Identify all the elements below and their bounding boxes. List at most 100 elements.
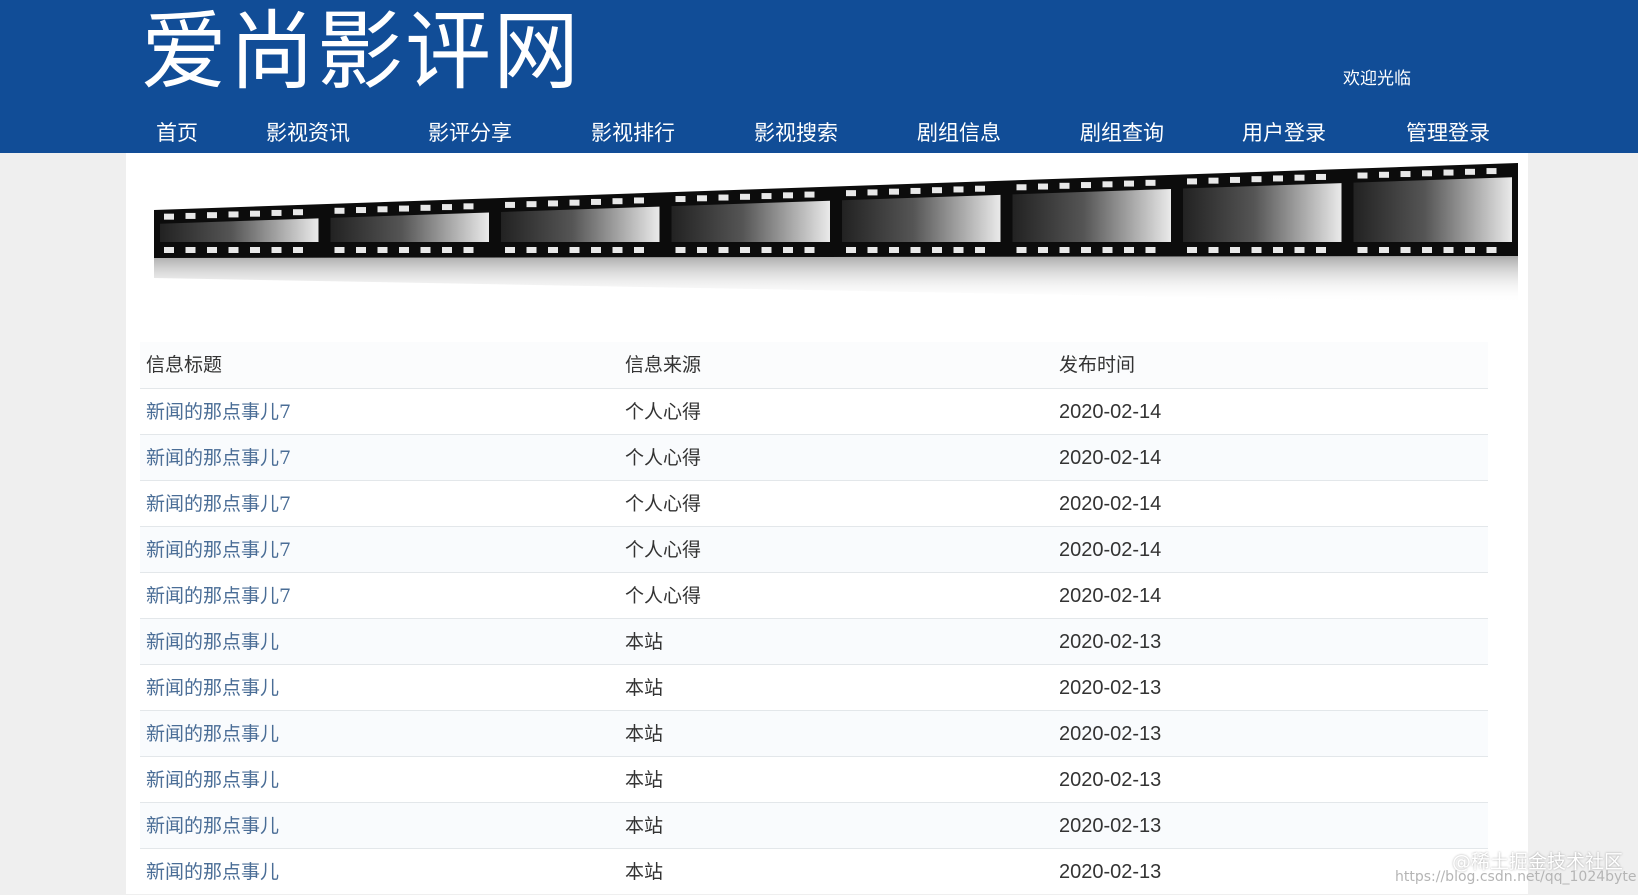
news-title-link[interactable]: 新闻的那点事儿 — [146, 711, 279, 757]
sprocket-hole — [1081, 182, 1091, 189]
sprocket-hole — [1016, 184, 1027, 191]
sprocket-hole — [463, 247, 474, 253]
nav-crew-query[interactable]: 剧组查询 — [1080, 118, 1164, 148]
news-title-link[interactable]: 新闻的那点事儿7 — [146, 481, 291, 527]
sprocket-hole — [1379, 247, 1389, 253]
sprocket-hole — [953, 247, 964, 253]
film-strip-banner — [154, 163, 1518, 303]
sprocket-hole — [1081, 247, 1091, 253]
news-date: 2020-02-14 — [1059, 447, 1162, 469]
sprocket-hole — [612, 247, 623, 253]
sprocket-hole — [1145, 247, 1156, 253]
sprocket-hole — [377, 247, 388, 253]
sprocket-hole — [612, 198, 623, 205]
sprocket-hole — [271, 209, 282, 216]
sprocket-hole — [185, 247, 196, 253]
news-date: 2020-02-13 — [1059, 677, 1162, 699]
news-title-link[interactable]: 新闻的那点事儿 — [146, 619, 279, 665]
sprocket-hole — [505, 201, 515, 208]
sprocket-hole — [1422, 170, 1432, 177]
sprocket-hole — [1230, 247, 1240, 253]
news-title-link[interactable]: 新闻的那点事儿 — [146, 803, 279, 849]
news-table: 信息标题 信息来源 发布时间 新闻的那点事儿7 个人心得 2020-02-14 新闻的… — [140, 342, 1488, 894]
nav-user-login[interactable]: 用户登录 — [1242, 118, 1326, 148]
news-date: 2020-02-13 — [1059, 769, 1162, 791]
news-title-link[interactable]: 新闻的那点事儿 — [146, 665, 279, 711]
sprocket-hole — [1465, 168, 1475, 175]
sprocket-hole — [1038, 247, 1048, 253]
main-nav: 首页 影视资讯 影评分享 影视排行 影视搜索 剧组信息 剧组查询 用户登录 管理… — [0, 118, 1638, 148]
nav-review-share[interactable]: 影评分享 — [428, 118, 512, 148]
nav-film-search[interactable]: 影视搜索 — [754, 118, 838, 148]
sprocket-hole — [1273, 175, 1283, 182]
sprocket-hole — [250, 210, 260, 217]
column-header-date: 发布时间 — [1059, 354, 1136, 376]
nav-crew-info[interactable]: 剧组信息 — [917, 118, 1001, 148]
nav-film-ranking[interactable]: 影视排行 — [591, 118, 675, 148]
sprocket-hole — [761, 193, 772, 200]
sprocket-hole — [442, 247, 452, 253]
sprocket-hole — [975, 185, 985, 192]
news-title-link[interactable]: 新闻的那点事儿7 — [146, 435, 291, 481]
sprocket-hole — [1124, 247, 1134, 253]
news-source: 个人心得 — [625, 401, 702, 423]
sprocket-hole — [1294, 174, 1305, 181]
sprocket-hole — [1038, 183, 1048, 190]
sprocket-hole — [1016, 247, 1027, 253]
sprocket-hole — [334, 247, 345, 253]
news-source: 个人心得 — [625, 493, 702, 515]
table-row: 新闻的那点事儿 本站 2020-02-13 — [140, 756, 1488, 802]
sprocket-hole — [718, 194, 729, 201]
sprocket-hole — [910, 247, 921, 253]
sprocket-hole — [377, 206, 388, 213]
sprocket-hole — [505, 247, 515, 253]
news-date: 2020-02-13 — [1059, 723, 1162, 745]
sprocket-hole — [718, 247, 729, 253]
news-title-link[interactable]: 新闻的那点事儿7 — [146, 527, 291, 573]
nav-admin-login[interactable]: 管理登录 — [1406, 118, 1490, 148]
nav-home[interactable]: 首页 — [156, 118, 198, 148]
table-row: 新闻的那点事儿 本站 2020-02-13 — [140, 618, 1488, 664]
news-title-link[interactable]: 新闻的那点事儿 — [146, 757, 279, 803]
sprocket-hole — [591, 247, 601, 253]
news-title-link[interactable]: 新闻的那点事儿7 — [146, 389, 291, 435]
sprocket-hole — [164, 213, 174, 220]
sprocket-hole — [1443, 247, 1454, 253]
nav-film-news[interactable]: 影视资讯 — [266, 118, 350, 148]
sprocket-hole — [804, 191, 815, 198]
sprocket-hole — [293, 209, 303, 216]
sprocket-hole — [1208, 177, 1219, 184]
film-frame — [1353, 177, 1512, 242]
sprocket-hole — [185, 212, 196, 219]
table-body: 新闻的那点事儿7 个人心得 2020-02-14 新闻的那点事儿7 个人心得 2020-0… — [140, 388, 1488, 894]
sprocket-hole — [334, 207, 345, 214]
sprocket-hole — [420, 204, 431, 211]
sprocket-hole — [271, 247, 282, 253]
news-date: 2020-02-13 — [1059, 815, 1162, 837]
news-title-link[interactable]: 新闻的那点事儿7 — [146, 573, 291, 619]
sprocket-hole — [932, 247, 942, 253]
news-source: 本站 — [625, 861, 664, 883]
news-date: 2020-02-13 — [1059, 631, 1162, 653]
news-source: 本站 — [625, 815, 664, 837]
sprocket-hole — [1187, 247, 1197, 253]
sprocket-hole — [634, 197, 644, 204]
sprocket-hole — [207, 247, 217, 253]
table-row: 新闻的那点事儿7 个人心得 2020-02-14 — [140, 434, 1488, 480]
sprocket-hole — [846, 190, 856, 197]
news-date: 2020-02-14 — [1059, 401, 1162, 423]
news-source: 本站 — [625, 723, 664, 745]
sprocket-hole — [697, 195, 707, 202]
column-header-source: 信息来源 — [625, 354, 702, 376]
sprocket-hole — [783, 192, 793, 199]
sprocket-hole — [1187, 178, 1197, 185]
film-frame — [1183, 183, 1342, 242]
sprocket-hole — [164, 247, 174, 253]
site-title: 爱尚影评网 — [141, 2, 581, 102]
sprocket-hole — [1273, 247, 1283, 253]
sprocket-hole — [740, 247, 750, 253]
welcome-text: 欢迎光临 — [1343, 69, 1411, 89]
news-title-link[interactable]: 新闻的那点事儿 — [146, 849, 279, 895]
film-frame — [1012, 188, 1171, 242]
sprocket-hole — [1443, 169, 1454, 176]
